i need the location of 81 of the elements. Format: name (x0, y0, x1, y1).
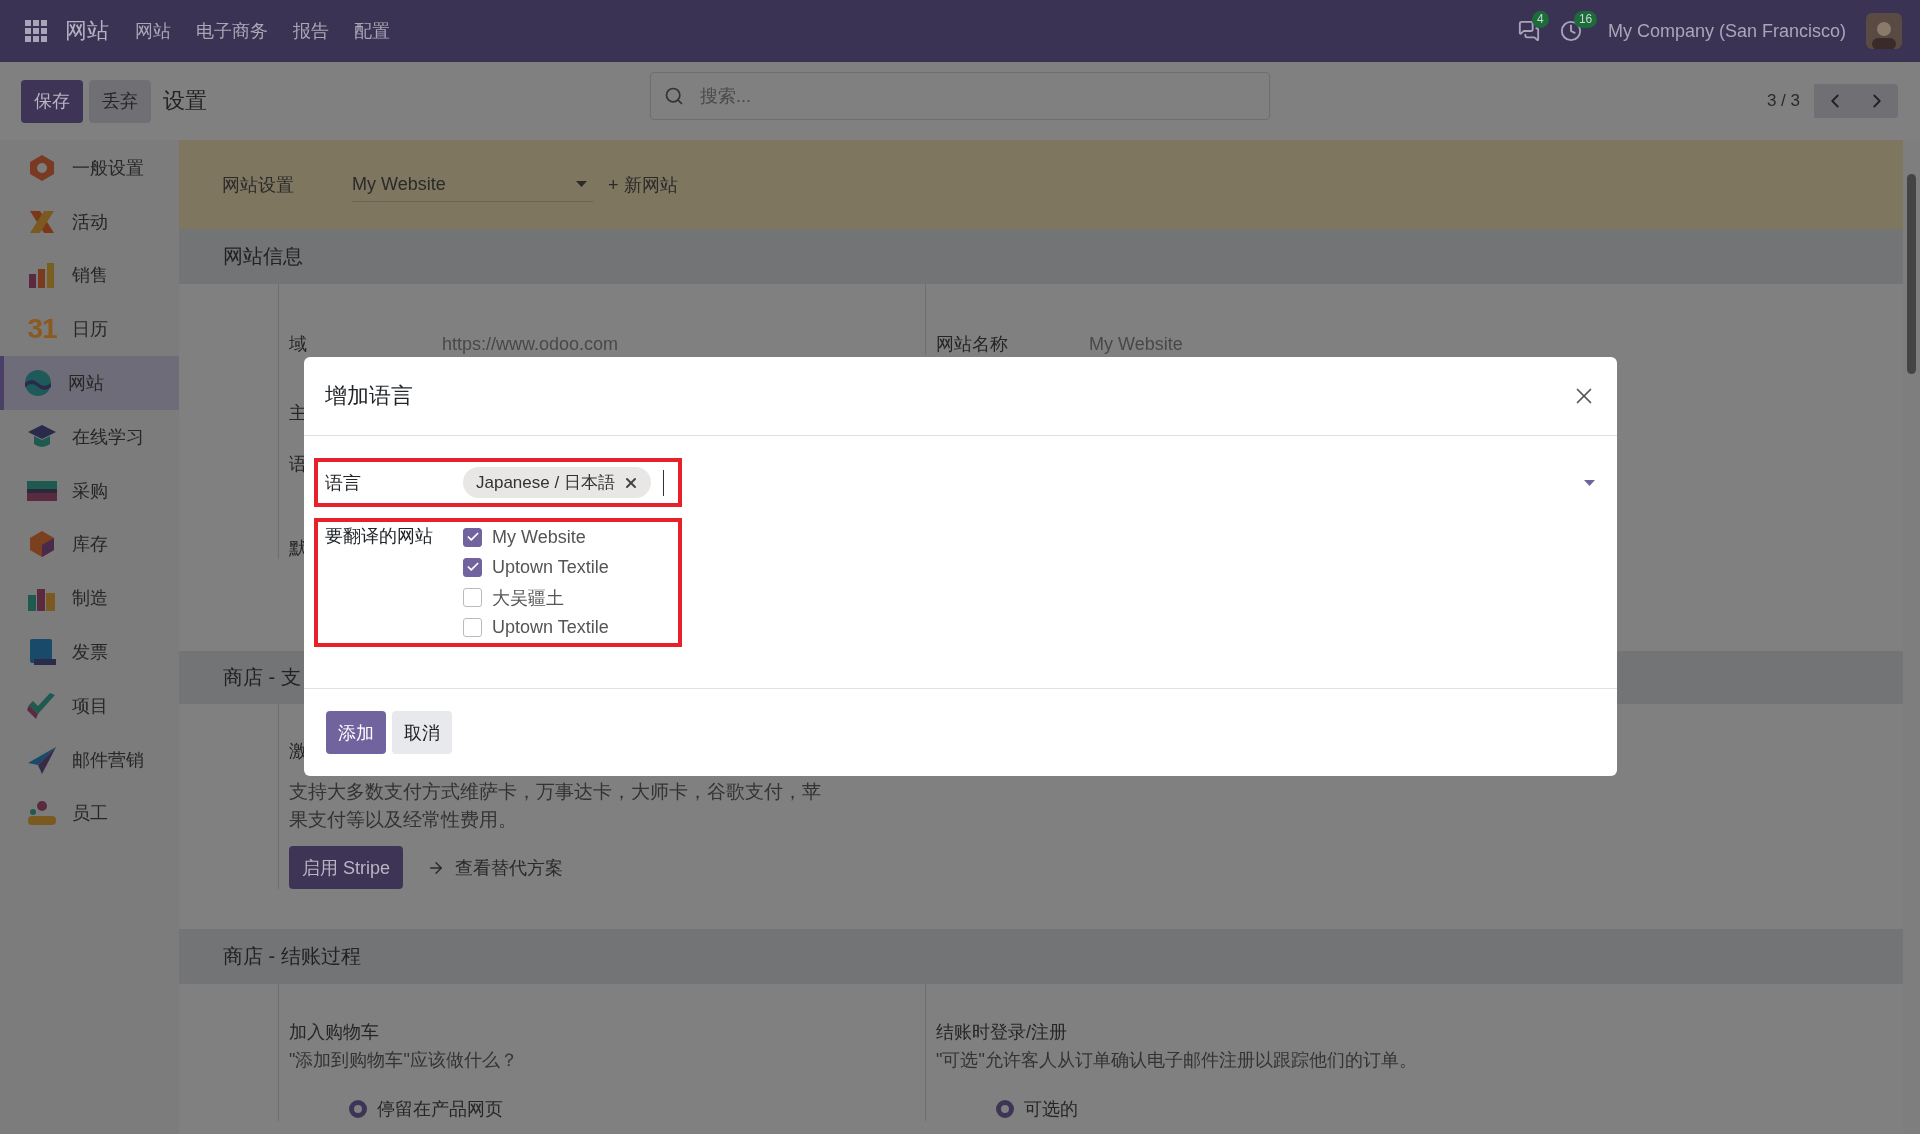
website-checkbox[interactable]: Uptown Textile (463, 552, 609, 583)
sidebar-item[interactable]: 活动 (0, 194, 179, 249)
sidebar-label: 活动 (72, 210, 108, 234)
sidebar-item[interactable]: 员工 (0, 786, 179, 841)
setting-description: "添加到购物车"应该做什么？ (289, 1049, 518, 1072)
field-label: 网站名称 (936, 333, 1009, 355)
add-button[interactable]: 添加 (326, 711, 386, 754)
website-checkbox[interactable]: My Website (463, 522, 609, 553)
setting-title: 结账时登录/注册 (936, 1021, 1067, 1043)
setting-title: 激 (289, 740, 307, 762)
dialog-title: 增加语言 (325, 382, 413, 410)
website-select[interactable]: My Website (352, 167, 593, 202)
field-value: My Website (1089, 333, 1183, 355)
sidebar-item[interactable]: 一般设置 (0, 141, 179, 195)
field-label: 域 (289, 333, 308, 355)
menu-item[interactable]: 电子商务 (196, 19, 268, 43)
setting-title: 加入购物车 (289, 1021, 379, 1043)
sidebar-label: 一般设置 (72, 156, 144, 180)
apps-menu-icon[interactable] (25, 20, 47, 42)
paper-plane-icon (26, 744, 58, 775)
breadcrumb-title: 设置 (163, 87, 207, 115)
setting-description: 支持大多数支付方式维萨卡，万事达卡，大师卡，谷歌支付，苹果支付等以及经常性费用。 (289, 780, 822, 832)
calendar-icon: 31 (26, 313, 58, 346)
sidebar-label: 制造 (72, 587, 108, 611)
sidebar-item[interactable]: 采购 (0, 463, 179, 518)
cancel-button[interactable]: 取消 (392, 711, 452, 754)
sidebar-label: 销售 (72, 264, 108, 288)
pager-value: 3 / 3 (1766, 91, 1800, 111)
field-value: https://www.odoo.com (442, 333, 619, 355)
enable-stripe-button[interactable]: 启用 Stripe (289, 846, 404, 889)
avatar[interactable] (1866, 13, 1902, 49)
save-button[interactable]: 保存 (21, 79, 83, 123)
globe-icon (22, 368, 54, 399)
count-badge: 4 (1531, 11, 1549, 28)
search-icon (664, 86, 684, 106)
sidebar-label: 库存 (72, 533, 108, 557)
sidebar-label: 邮件营销 (72, 748, 144, 772)
menu-item[interactable]: 网站 (135, 19, 171, 43)
field-label: 网站设置 (222, 173, 294, 197)
field-label: 主 (289, 402, 307, 424)
sidebar-label: 项目 (72, 694, 108, 718)
dropdown-caret-icon[interactable] (1584, 479, 1595, 486)
sidebar-item[interactable]: 项目 (0, 678, 179, 733)
website-checkbox[interactable]: 大吴疆土 (463, 582, 609, 613)
section-header: 商店 - 结账过程 (179, 929, 1903, 984)
clock-icon[interactable] (1559, 20, 1582, 42)
sidebar-label: 发票 (72, 641, 108, 665)
new-website-link[interactable]: + 新网站 (608, 172, 678, 197)
sidebar-item[interactable]: 库存 (0, 517, 179, 572)
radio-option[interactable]: 停留在产品网页 (349, 1097, 503, 1121)
sidebar-item[interactable]: 发票 (0, 625, 179, 679)
app-title: 网站 (65, 17, 109, 45)
language-tag: Japanese / 日本語 (463, 467, 651, 498)
sidebar-label: 网站 (68, 372, 104, 396)
company-switcher[interactable]: My Company (San Francisco) (1607, 20, 1846, 42)
section-header: 网站信息 (179, 229, 1903, 284)
menu-item[interactable]: 报告 (293, 19, 329, 43)
sidebar-label: 日历 (72, 318, 108, 342)
discard-button[interactable]: 丢弃 (89, 79, 151, 123)
text-cursor (662, 469, 664, 496)
sidebar-item[interactable]: 在线学习 (0, 410, 179, 464)
sidebar-item[interactable]: 制造 (0, 571, 179, 626)
alternatives-link[interactable]: 查看替代方案 (427, 855, 564, 880)
field-label: 要翻译的网站 (325, 525, 434, 548)
field-label: 语言 (325, 471, 362, 495)
field-label: 默 (289, 537, 307, 559)
website-checkbox[interactable]: Uptown Textile (463, 612, 609, 643)
field-label: 语 (289, 453, 307, 475)
check-icon (26, 690, 58, 721)
sidebar-item[interactable]: 销售 (0, 248, 179, 303)
sidebar-label: 采购 (72, 479, 108, 503)
setting-description: "可选"允许客人从订单确认电子邮件注册以跟踪他们的订单。 (936, 1049, 1417, 1072)
sidebar-label: 在线学习 (72, 425, 144, 449)
menu-item[interactable]: 配置 (354, 19, 390, 43)
caret-icon (576, 181, 587, 187)
sidebar-item[interactable]: 网站 (0, 356, 179, 410)
sidebar-label: 员工 (72, 802, 108, 826)
sidebar-item[interactable]: 邮件营销 (0, 732, 179, 787)
count-badge: 16 (1573, 11, 1598, 28)
radio-option[interactable]: 可选的 (996, 1097, 1078, 1121)
sidebar-item[interactable]: 31 日历 (0, 302, 179, 357)
